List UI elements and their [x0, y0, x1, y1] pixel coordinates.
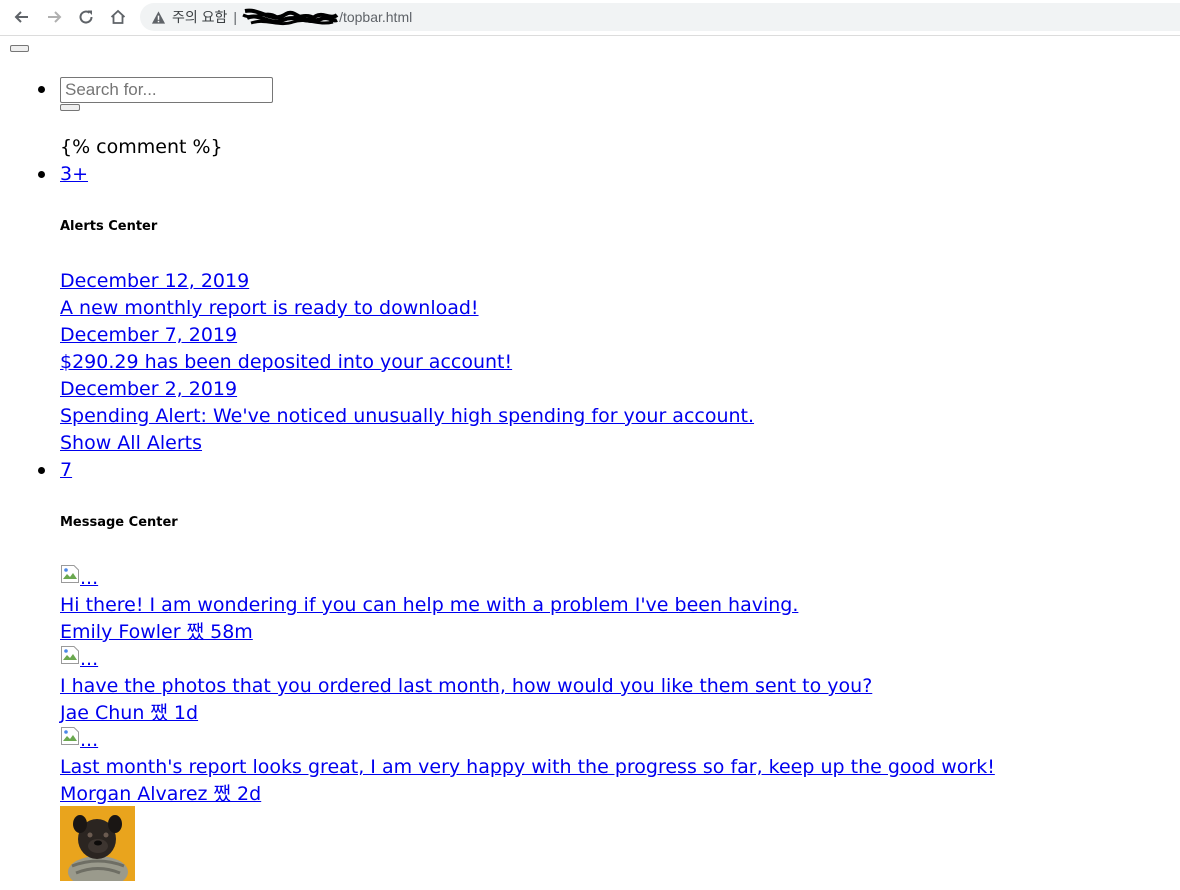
alert-text[interactable]: $290.29 has been deposited into your acc…	[60, 349, 512, 376]
image-alt-text: ...	[80, 648, 99, 670]
image-alt-text: ...	[80, 729, 99, 751]
message-avatar-link[interactable]: ...	[60, 645, 98, 673]
list-bullet	[38, 86, 45, 93]
search-input[interactable]	[60, 77, 273, 103]
message-text[interactable]: I have the photos that you ordered last …	[60, 673, 872, 700]
address-separator: |	[233, 9, 238, 25]
broken-image-icon	[60, 726, 80, 746]
search-button[interactable]	[60, 104, 80, 111]
alerts-center-header: Alerts Center	[60, 219, 158, 234]
show-all-alerts-link[interactable]: Show All Alerts	[60, 430, 202, 457]
reload-icon	[79, 10, 93, 24]
alert-date[interactable]: December 12, 2019	[60, 268, 249, 295]
alert-date[interactable]: December 2, 2019	[60, 376, 237, 403]
security-warning-label[interactable]: 주의 요함	[172, 7, 227, 27]
back-arrow-icon	[14, 11, 28, 23]
address-bar[interactable]: 주의 요함 | /topbar.html	[140, 3, 1180, 31]
message-center-header: Message Center	[60, 515, 178, 530]
page-content: {% comment %} 3+ Alerts Center December …	[0, 36, 1180, 890]
back-button[interactable]	[10, 5, 34, 29]
message-avatar-link[interactable]: ...	[60, 726, 98, 754]
message-meta[interactable]: Morgan Alvarez 쨌 2d	[60, 781, 261, 808]
reload-button[interactable]	[74, 5, 98, 29]
message-meta[interactable]: Emily Fowler 쨌 58m	[60, 619, 253, 646]
pug-avatar-image	[60, 806, 135, 881]
template-comment-text: {% comment %}	[60, 136, 223, 158]
sidebar-toggle-button[interactable]	[10, 45, 29, 52]
forward-arrow-icon	[48, 11, 62, 23]
broken-image-icon	[60, 564, 80, 584]
messages-badge-link[interactable]: 7	[60, 457, 72, 484]
alert-text[interactable]: A new monthly report is ready to downloa…	[60, 295, 479, 322]
list-bullet	[38, 171, 45, 178]
home-button[interactable]	[106, 5, 130, 29]
list-bullet	[38, 467, 45, 474]
browser-toolbar: 주의 요함 | /topbar.html	[0, 0, 1180, 36]
forward-button[interactable]	[42, 5, 66, 29]
alert-date[interactable]: December 7, 2019	[60, 322, 237, 349]
message-avatar-photo[interactable]	[60, 806, 135, 881]
message-avatar-link[interactable]: ...	[60, 564, 98, 592]
home-icon	[110, 9, 126, 24]
broken-image-icon	[60, 645, 80, 665]
message-text[interactable]: Last month's report looks great, I am ve…	[60, 754, 995, 781]
alerts-badge-link[interactable]: 3+	[60, 161, 88, 188]
url-path: /topbar.html	[339, 9, 413, 25]
image-alt-text: ...	[80, 567, 99, 589]
warning-icon	[150, 9, 166, 25]
alert-text[interactable]: Spending Alert: We've noticed unusually …	[60, 403, 754, 430]
message-text[interactable]: Hi there! I am wondering if you can help…	[60, 592, 798, 619]
message-meta[interactable]: Jae Chun 쨌 1d	[60, 700, 198, 727]
redacted-host-scribble	[241, 6, 339, 28]
